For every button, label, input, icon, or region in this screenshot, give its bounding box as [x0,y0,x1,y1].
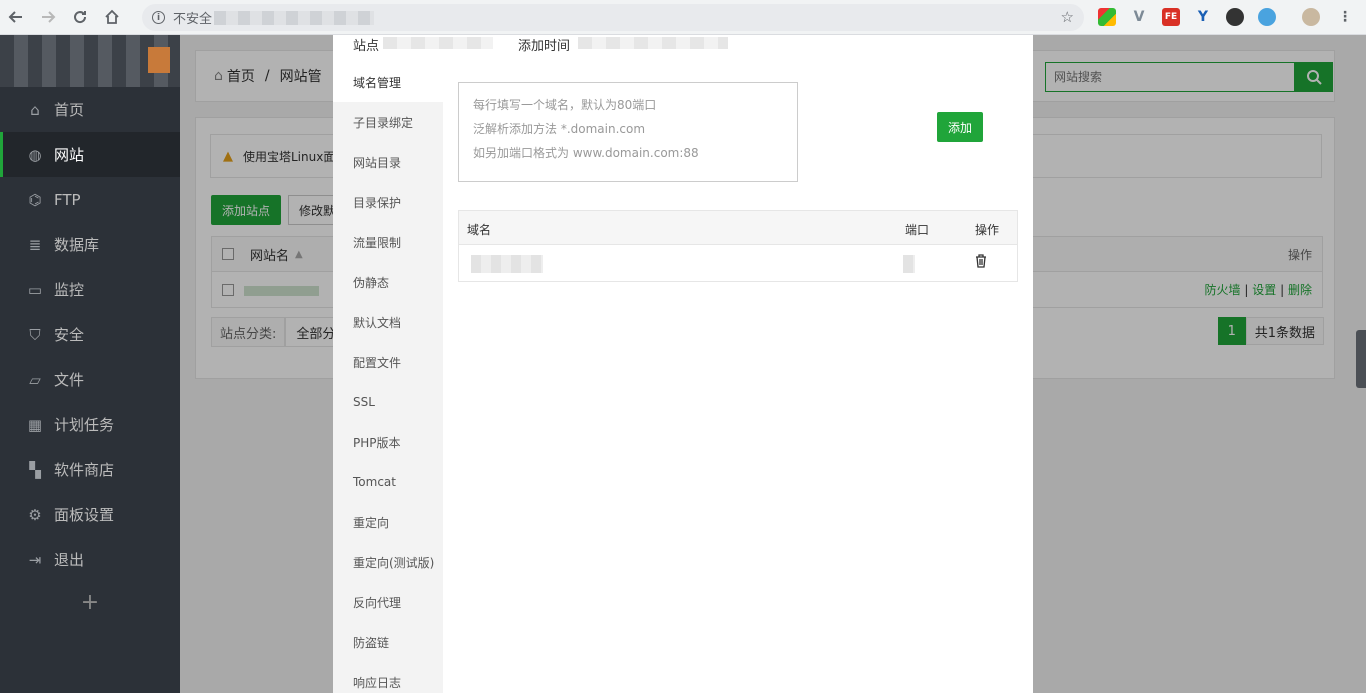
tab-7[interactable]: 配置文件 [333,342,443,382]
sidebar-item-8[interactable]: ▚ 软件商店 [0,447,180,492]
sidebar-item-6[interactable]: ▱ 文件 [0,357,180,402]
logout-icon: ⇥ [28,550,42,569]
tab-0[interactable]: 域名管理 [333,62,443,102]
back-button[interactable] [0,0,32,35]
ext-colorful-icon[interactable] [1098,8,1116,26]
monitor-icon: ▭ [27,280,43,299]
arrow-right-icon [42,11,56,23]
ext-blue-icon[interactable] [1258,8,1276,26]
ftp-icon: ⌬ [28,190,42,209]
sidebar-item-label: 首页 [54,101,85,119]
sidebar-item-label: FTP [54,190,81,209]
tab-13[interactable]: 反向代理 [333,582,443,622]
sidebar-item-label: 文件 [54,371,85,389]
star-icon[interactable]: ☆ [1061,8,1074,26]
reload-icon [74,11,87,24]
tab-6[interactable]: 默认文档 [333,302,443,342]
table-row [459,245,1017,281]
sidebar-item-0[interactable]: ⌂ 首页 [0,87,180,132]
domain-textarea[interactable]: 每行填写一个域名，默认为80端口 泛解析添加方法 *.domain.com 如另… [458,82,798,182]
sidebar-item-label: 数据库 [54,236,100,254]
added-time-blurred [578,37,728,49]
modal-site-label: 站点 [353,39,380,54]
logo-blurred [0,35,180,87]
sidebar-item-4[interactable]: ▭ 监控 [0,267,180,312]
folder-icon: ▱ [29,370,41,389]
sidebar-item-label: 安全 [54,326,85,344]
tab-5[interactable]: 伪静态 [333,262,443,302]
settings-tabs: 域名管理 子目录绑定 网站目录 目录保护 流量限制 伪静态 默认文档 配置文件 SSL PHP版本… [333,62,443,693]
col-domain-ops: 操作 [975,223,1000,237]
port-value-blurred [903,255,915,273]
domain-table-header: 域名 端口 操作 [459,211,1017,245]
sidebar-item-9[interactable]: ⚙ 面板设置 [0,492,180,537]
tab-11[interactable]: 重定向 [333,502,443,542]
home-icon: ⌂ [30,100,40,119]
tab-10[interactable]: Tomcat [333,462,443,502]
site-name-blurred [383,37,493,49]
tab-3[interactable]: 目录保护 [333,182,443,222]
address-bar[interactable]: i 不安全 ☆ [142,4,1084,31]
domain-table: 域名 端口 操作 [458,210,1018,282]
sidebar-item-10[interactable]: ⇥ 退出 [0,537,180,582]
calendar-icon: ▦ [27,415,43,434]
tab-4[interactable]: 流量限制 [333,222,443,262]
security-label: 不安全 [173,12,213,27]
ext-y-icon[interactable]: Y [1194,8,1212,26]
tab-8[interactable]: SSL [333,382,443,422]
col-port: 端口 [905,223,930,237]
trash-icon[interactable] [975,254,987,271]
sidebar-item-label: 软件商店 [54,461,115,479]
profile-avatar[interactable] [1302,8,1320,26]
textarea-hint-1: 每行填写一个域名，默认为80端口 [473,98,657,112]
gear-icon: ⚙ [28,505,42,524]
shield-icon: ⛉ [29,325,41,344]
sidebar-item-label: 计划任务 [54,416,115,434]
add-menu-button[interactable]: + [0,582,180,622]
tab-9[interactable]: PHP版本 [333,422,443,462]
arrow-left-icon [8,11,22,23]
ext-fe-icon[interactable]: FE [1162,8,1180,26]
home-button[interactable] [96,0,128,35]
sidebar-item-label: 面板设置 [54,506,115,524]
sidebar-item-5[interactable]: ⛉ 安全 [0,312,180,357]
reload-button[interactable] [64,0,96,35]
ext-v-icon[interactable]: V [1130,8,1148,26]
site-settings-modal: 站点 添加时间 域名管理 子目录绑定 网站目录 目录保护 流量限制 伪静态 默认文档 配置文件… [333,35,1033,693]
side-scroll-handle[interactable] [1356,330,1366,388]
home-icon [105,9,119,24]
menu-dots-icon[interactable]: ⋮ [1336,8,1354,26]
grid-icon: ▚ [29,460,41,479]
info-icon[interactable]: i [152,11,165,24]
tab-15[interactable]: 响应日志 [333,662,443,693]
sidebar-item-7[interactable]: ▦ 计划任务 [0,402,180,447]
tab-2[interactable]: 网站目录 [333,142,443,182]
modal-added-label: 添加时间 [518,39,571,54]
add-domain-button[interactable]: 添加 [937,112,983,142]
sidebar-item-1[interactable]: ◍ 网站 [0,132,180,177]
database-icon: ≣ [28,235,42,254]
modal-header: 站点 添加时间 [333,35,1033,62]
tab-14[interactable]: 防盗链 [333,622,443,662]
browser-toolbar: i 不安全 ☆ V FE Y ⋮ [0,0,1366,35]
sidebar-item-label: 监控 [54,281,85,299]
forward-button[interactable] [32,0,64,35]
domain-value-blurred [471,255,543,273]
sidebar: ⌂ 首页 ◍ 网站 ⌬ FTP ≣ 数据库 ▭ 监控 ⛉ 安全 ▱ 文件 ▦ 计划任务 ▚ 软件商店 ⚙ 面板设置 ⇥ 退… [0,35,180,693]
sidebar-item-3[interactable]: ≣ 数据库 [0,222,180,267]
tab-12[interactable]: 重定向(测试版) [333,542,443,582]
sidebar-item-label: 退出 [54,551,85,569]
tab-1[interactable]: 子目录绑定 [333,102,443,142]
url-text-blurred [214,10,375,25]
col-domain: 域名 [467,223,492,237]
globe-icon: ◍ [28,145,42,164]
ext-circle-icon[interactable] [1226,8,1244,26]
textarea-hint-3: 如另加端口格式为 www.domain.com:88 [473,146,699,160]
sidebar-item-label: 网站 [54,146,85,164]
textarea-hint-2: 泛解析添加方法 *.domain.com [473,122,646,136]
sidebar-item-2[interactable]: ⌬ FTP [0,177,180,222]
